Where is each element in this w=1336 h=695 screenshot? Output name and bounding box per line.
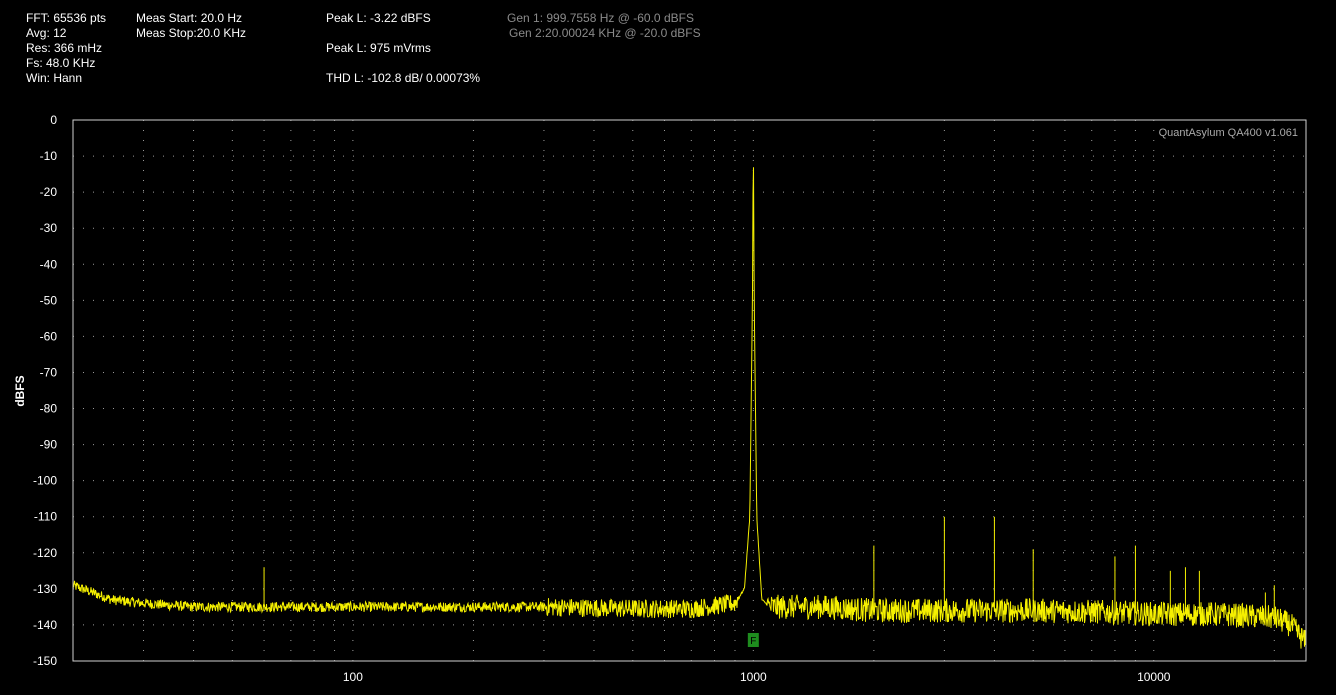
y-tick-label: -110	[34, 510, 57, 524]
y-tick-label: -70	[40, 365, 58, 379]
y-tick-label: -90	[40, 438, 58, 452]
y-tick-label: 0	[50, 113, 57, 127]
axis-ticks: 0 -10 -20 -30 -40 -50 -60 -70 -80 -90 -100 -110 -120…	[33, 113, 1171, 684]
y-tick-label: -130	[33, 582, 57, 596]
y-tick-label: -100	[33, 474, 57, 488]
y-tick-label: -140	[33, 618, 57, 632]
x-tick-label: 1000	[740, 670, 767, 684]
x-tick-label: 100	[343, 670, 363, 684]
y-tick-label: -30	[40, 221, 58, 235]
plot-frame	[72, 119, 1307, 662]
y-tick-label: -10	[40, 149, 58, 163]
y-tick-label: -50	[40, 293, 58, 307]
spectrum-trace	[72, 167, 1307, 649]
fundamental-marker[interactable]: F	[747, 633, 759, 647]
fundamental-marker-label: F	[750, 636, 756, 647]
grid	[73, 120, 1306, 661]
x-tick-label: 10000	[1137, 670, 1171, 684]
watermark-label: QuantAsylum QA400 v1.061	[1159, 127, 1298, 139]
y-tick-label: -120	[33, 546, 57, 560]
y-axis-label: dBFS	[13, 375, 27, 406]
y-tick-label: -150	[33, 654, 57, 668]
spectrum-trace-group	[72, 167, 1307, 649]
y-tick-label: -80	[40, 402, 58, 416]
y-tick-label: -40	[40, 257, 58, 271]
spectrum-chart[interactable]: 0 -10 -20 -30 -40 -50 -60 -70 -80 -90 -100 -110 -120…	[0, 0, 1336, 695]
y-tick-label: -20	[40, 185, 58, 199]
y-tick-label: -60	[40, 329, 58, 343]
